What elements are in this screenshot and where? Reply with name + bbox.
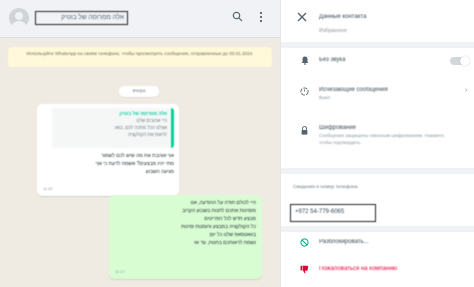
encryption-description: Сообщения защищены сквозным шифрованием.… xyxy=(319,133,446,145)
message-line: מבצע חדש לכל הפריטים xyxy=(204,216,256,222)
quote-line: אצלנו הכל מחכה לכם, בואו xyxy=(114,125,167,130)
quote-line: היי אהובים שלנו xyxy=(136,118,167,123)
date-chip: вчера xyxy=(119,86,159,97)
quoted-message[interactable]: אלה ממרוסה של בוטיק היי אהובים שלנו אצלנ… xyxy=(52,108,174,148)
contact-info-header: Данные контакта Избранное xyxy=(281,0,474,38)
encryption-label[interactable]: Шифрование xyxy=(319,125,356,131)
chevron-right-icon[interactable]: › xyxy=(465,87,467,94)
unblock-button[interactable]: Разблокировать... xyxy=(319,239,369,245)
mute-label[interactable]: Без звука xyxy=(319,57,345,63)
message-line: היי לכולם תודה על ההודעה, אנו xyxy=(190,200,257,206)
message-line: אני אוהבת את מה שיש לכם לשמור xyxy=(101,153,174,159)
message-line: בוואטסאפ שלנו כל יום xyxy=(209,232,256,238)
disappearing-messages-label[interactable]: Исчезающие сообщения xyxy=(319,87,388,93)
contact-name[interactable]: אלה ממרוסה של בוטיק xyxy=(35,11,128,25)
section-divider xyxy=(281,42,474,48)
menu-icon[interactable] xyxy=(254,11,268,25)
close-icon[interactable] xyxy=(296,12,308,24)
section-divider xyxy=(281,168,474,174)
quote-author: אלה ממרוסה של בוטיק xyxy=(119,111,167,116)
contact-info-title: Данные контакта xyxy=(319,14,367,20)
unblock-icon xyxy=(300,238,309,247)
about-title: Сведения и номер телефона xyxy=(293,185,358,190)
report-business-button[interactable]: Пожаловаться на компанию xyxy=(319,266,397,272)
section-divider xyxy=(281,226,474,232)
quote-line: לראות את הקולקציה xyxy=(127,132,167,137)
lock-icon xyxy=(300,126,309,135)
thumbs-down-icon xyxy=(300,265,309,274)
outgoing-message[interactable]: היי לכולם תודה על ההודעה, אנו מזמינות את… xyxy=(109,195,262,279)
search-icon[interactable] xyxy=(230,11,244,25)
phone-number[interactable]: +972 54-779-6065 xyxy=(290,204,376,222)
system-notice: Используйте WhatsApp на своём телефоне, … xyxy=(8,47,272,67)
bell-muted-icon xyxy=(300,56,309,65)
partial-row-label[interactable]: Избранное xyxy=(319,28,347,34)
avatar[interactable] xyxy=(9,8,29,28)
contact-info-panel: Данные контакта Избранное Без звука Исче… xyxy=(280,0,474,287)
incoming-message[interactable]: אלה ממרוסה של בוטיק היי אהובים שלנו אצלנ… xyxy=(37,104,179,196)
message-line: מזמינות אתכם לחנות בשבוע הקרוב xyxy=(182,208,256,214)
disappearing-messages-status: Выкл. xyxy=(319,95,332,100)
message-line: נשמח לראותכם בחנות, עד אז xyxy=(194,240,256,246)
message-time: 11:02 xyxy=(43,186,53,191)
chat-header[interactable]: אלה ממרוסה של בוטיק xyxy=(0,0,280,38)
message-line: כל הקולקציה במבצע והזמנות זמינות xyxy=(181,224,256,230)
mute-toggle[interactable] xyxy=(450,56,470,66)
chat-panel: אלה ממרוסה של בוטיק Используйте WhatsApp… xyxy=(0,0,280,287)
message-line: מגיעה השבוע xyxy=(145,169,174,175)
timer-icon xyxy=(300,87,309,96)
message-text: אני אוהבת את מה שיש לכם לשמור מתי יהיו מ… xyxy=(42,152,174,176)
message-line: מתי יהיו מבצעים? אשמח לדעת כי אני xyxy=(95,161,174,167)
message-time: 11:17 xyxy=(115,269,125,274)
